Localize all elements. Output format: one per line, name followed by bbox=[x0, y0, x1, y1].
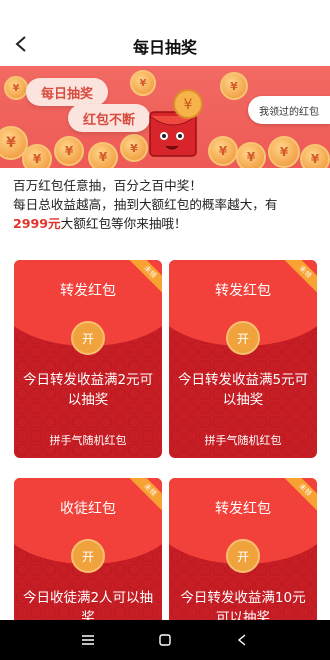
svg-text:¥: ¥ bbox=[184, 97, 193, 113]
open-button[interactable]: 开 bbox=[226, 539, 260, 573]
system-nav-bar bbox=[0, 620, 330, 660]
card-title: 转发红包 bbox=[60, 283, 116, 299]
coin-icon: ¥ bbox=[268, 136, 300, 168]
header-bar: 每日抽奖 bbox=[0, 0, 330, 64]
intro-line-3: 2999元大额红包等你来抽哦！ bbox=[13, 216, 187, 231]
intro-line-2: 每日总收益越高，抽到大额红包的概率越大，有 bbox=[13, 197, 278, 212]
my-redpackets-button[interactable]: 我领过的红包 bbox=[248, 96, 330, 124]
redpacket-card[interactable]: 转发红包 未领 开 今日转发收益满2元可以抽奖 拼手气随机红包 bbox=[14, 260, 162, 458]
open-button[interactable]: 开 bbox=[71, 321, 105, 355]
page-title: 每日抽奖 bbox=[132, 38, 197, 57]
page: 每日抽奖 ¥ ¥ ¥ ¥ ¥ ¥ ¥ ¥ ¥ ¥ ¥ ¥ 每日抽奖 红包不断 ¥… bbox=[0, 0, 330, 660]
card-condition: 今日转发收益满2元可以抽奖 bbox=[22, 372, 154, 408]
home-square-icon[interactable] bbox=[145, 620, 185, 660]
prize-amount: 2999元 bbox=[13, 216, 61, 231]
open-button[interactable]: 开 bbox=[71, 539, 105, 573]
redpacket-mascot-icon: ¥ bbox=[149, 89, 203, 157]
coin-icon: ¥ bbox=[220, 72, 248, 100]
intro-text: 百万红包任意抽，百分之百中奖！ 每日总收益越高，抽到大额红包的概率越大，有 29… bbox=[13, 176, 318, 233]
back-triangle-icon[interactable] bbox=[222, 620, 262, 660]
coin-icon: ¥ bbox=[54, 136, 84, 166]
card-type: 拼手气随机红包 bbox=[49, 434, 127, 447]
menu-icon[interactable] bbox=[68, 620, 108, 660]
coin-icon: ¥ bbox=[4, 76, 28, 100]
intro-line-1: 百万红包任意抽，百分之百中奖！ bbox=[13, 178, 202, 193]
coin-icon: ¥ bbox=[236, 142, 266, 168]
card-type: 拼手气随机红包 bbox=[204, 434, 282, 447]
card-condition: 今日转发收益满5元可以抽奖 bbox=[177, 372, 309, 408]
bubble-nonstop-redpacket: 红包不断 bbox=[68, 104, 150, 132]
card-title: 转发红包 bbox=[215, 283, 271, 299]
coin-icon: ¥ bbox=[88, 142, 118, 168]
card-title: 收徒红包 bbox=[60, 501, 116, 517]
bubble-daily-draw: 每日抽奖 bbox=[26, 78, 108, 106]
coin-icon: ¥ bbox=[22, 144, 52, 168]
redpacket-card[interactable]: 转发红包 未领 开 今日转发收益满5元可以抽奖 拼手气随机红包 bbox=[169, 260, 317, 458]
coin-icon: ¥ bbox=[300, 144, 330, 168]
promo-banner: ¥ ¥ ¥ ¥ ¥ ¥ ¥ ¥ ¥ ¥ ¥ ¥ 每日抽奖 红包不断 ¥ 我领过的… bbox=[0, 66, 330, 168]
open-button[interactable]: 开 bbox=[226, 321, 260, 355]
card-title: 转发红包 bbox=[215, 501, 271, 517]
